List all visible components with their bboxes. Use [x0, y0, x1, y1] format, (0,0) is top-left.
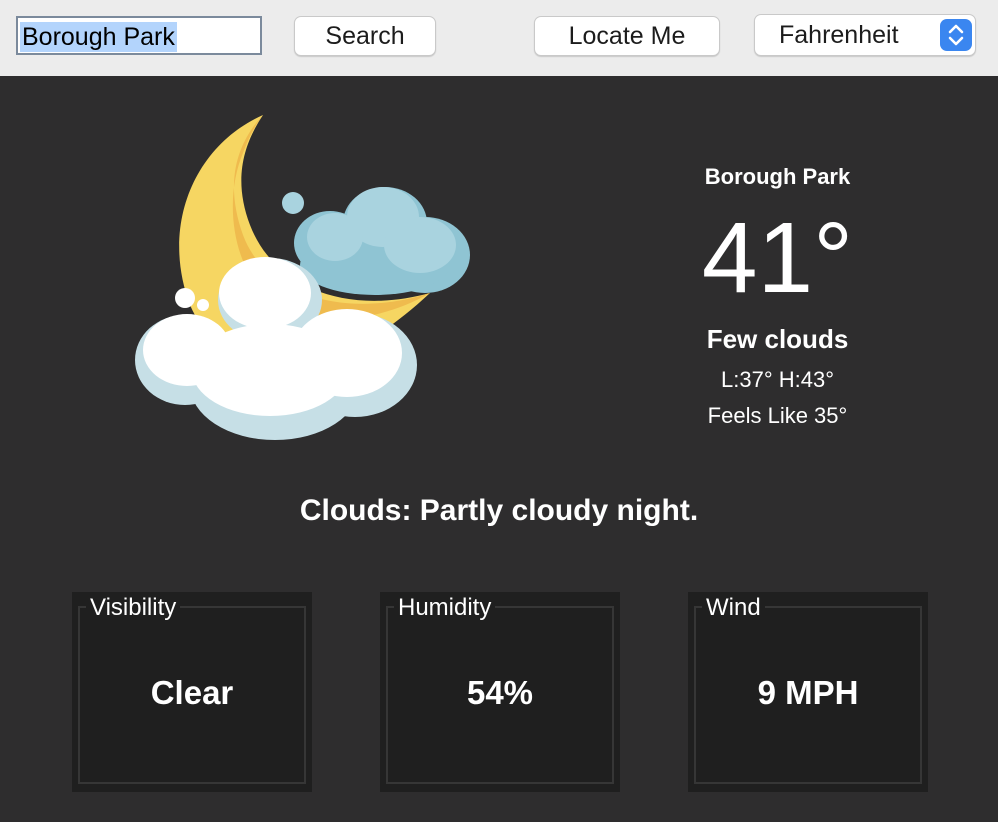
feels-like: Feels Like 35° [707, 403, 848, 428]
wind-label: Wind [702, 594, 765, 622]
city-name: Borough Park [704, 164, 851, 189]
wind-card: Wind 9 MPH [688, 592, 928, 792]
search-input-value[interactable]: Borough Park [20, 22, 177, 52]
search-input[interactable]: Borough Park [16, 16, 262, 55]
locate-me-button[interactable]: Locate Me [534, 16, 720, 56]
weather-description: Clouds: Partly cloudy night. [299, 494, 699, 527]
wind-value: 9 MPH [757, 674, 859, 711]
select-arrows-icon[interactable] [940, 19, 972, 51]
low-high: L:37° H:43° [721, 367, 834, 392]
visibility-value: Clear [150, 674, 234, 711]
humidity-label: Humidity [394, 594, 496, 622]
search-button[interactable]: Search [294, 16, 436, 56]
condition: Few clouds [706, 324, 849, 354]
visibility-label: Visibility [86, 594, 181, 622]
moon-clouds-icon [125, 105, 485, 450]
unit-select-value[interactable]: Fahrenheit [779, 15, 899, 55]
humidity-card: Humidity 54% [380, 592, 620, 792]
toolbar: Borough Park Search Locate Me Fahrenheit [0, 0, 998, 76]
unit-select[interactable]: Fahrenheit [754, 14, 976, 56]
humidity-value: 54% [466, 674, 534, 711]
visibility-card: Visibility Clear [72, 592, 312, 792]
weather-info: Borough Park 41° Few clouds L:37° H:43° … [650, 160, 905, 429]
temperature: 41° [701, 202, 854, 314]
